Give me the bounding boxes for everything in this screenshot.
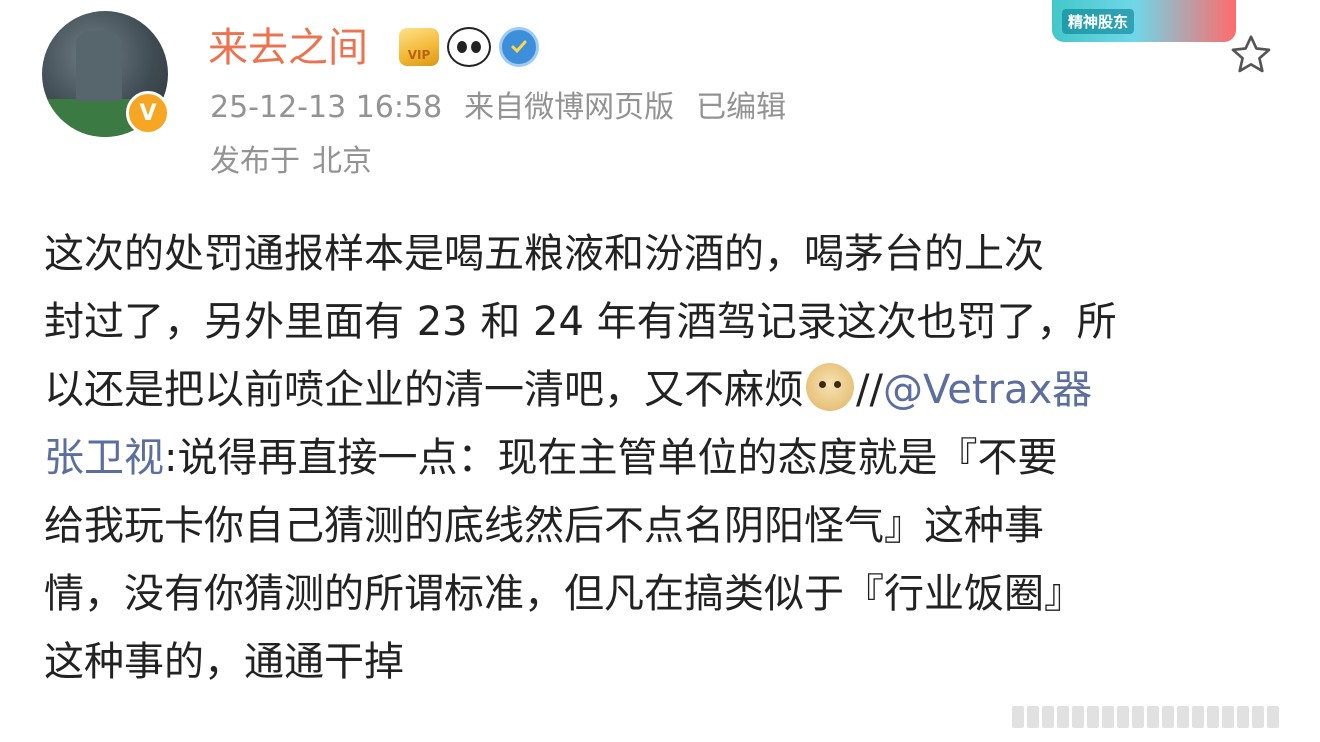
post-location: 发布于 北京 — [210, 140, 372, 184]
post-text: :说得再直接一点：现在主管单位的态度就是『不要 — [164, 435, 1058, 481]
post-content: 这次的处罚通报样本是喝五粮液和汾酒的，喝茅台的上次 封过了，另外里面有 23 和… — [44, 220, 1284, 696]
mention-link[interactable]: @Vetrax器 — [883, 367, 1092, 413]
avatar[interactable]: V — [42, 11, 170, 137]
promo-banner[interactable]: 精神股东 — [1052, 0, 1236, 42]
verified-icon: V — [126, 91, 170, 135]
panda-icon[interactable] — [447, 27, 491, 67]
post-line: 这种事的，通通干掉 — [44, 639, 404, 685]
location-name: 北京 — [312, 144, 372, 179]
post-line: 封过了，另外里面有 23 和 24 年有酒驾记录这次也罚了，所 — [44, 299, 1117, 345]
post-source: 来自微博网页版 — [464, 90, 675, 125]
post-line: 情，没有你猜测的所谓标准，但凡在搞类似于『行业饭圈』 — [44, 571, 1084, 617]
promo-text: 精神股东 — [1062, 8, 1135, 34]
post-text: 以还是把以前喷企业的清一清吧，又不麻烦 — [44, 367, 804, 413]
post-meta: 25-12-13 16:58 来自微博网页版 已编辑 — [210, 86, 808, 130]
post-line: 以还是把以前喷企业的清一清吧，又不麻烦 //@Vetrax器 — [44, 356, 1284, 424]
shield-icon[interactable] — [499, 27, 539, 67]
edited-label[interactable]: 已编辑 — [696, 90, 786, 125]
post-line: 这次的处罚通报样本是喝五粮液和汾酒的，喝茅台的上次 — [44, 231, 1044, 277]
repost-separator: // — [856, 367, 883, 413]
watermark — [1012, 702, 1312, 732]
user-badges: VIP — [399, 24, 539, 70]
mention-link-continued[interactable]: 张卫视 — [44, 435, 164, 481]
username[interactable]: 来去之间 — [208, 22, 368, 74]
favorite-star-icon[interactable] — [1226, 30, 1276, 80]
doge-emoji-icon — [806, 363, 854, 411]
post-line: 张卫视:说得再直接一点：现在主管单位的态度就是『不要 — [44, 424, 1284, 492]
vip-crown-icon[interactable]: VIP — [399, 28, 439, 66]
post-timestamp[interactable]: 25-12-13 16:58 — [210, 90, 442, 125]
post-line: 给我玩卡你自己猜测的底线然后不点名阴阳怪气』这种事 — [44, 503, 1044, 549]
location-prefix: 发布于 — [210, 144, 300, 179]
